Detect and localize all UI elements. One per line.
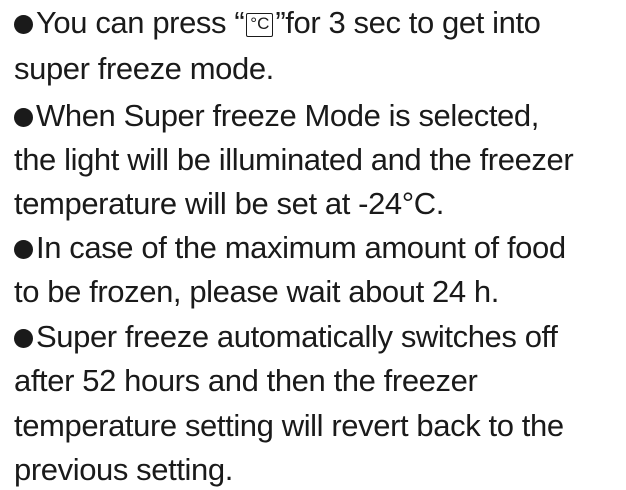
instruction-text-page: You can press “°C ”for 3 sec to get into …: [0, 0, 626, 487]
bullet-4-line-4: previous setting.: [14, 452, 233, 487]
bullet-4-text: Super freeze automatically switches off: [36, 319, 558, 354]
celsius-key-icon: °C: [246, 13, 274, 37]
bullet-2-line-1: When Super freeze Mode is selected,: [14, 96, 539, 136]
bullet-dot-icon: [14, 240, 33, 259]
bullet-dot-icon: [14, 108, 33, 127]
bullet-2-line-3: temperature will be set at -24°C.: [14, 186, 444, 221]
bullet-dot-icon: [14, 329, 33, 348]
bullet-1-line-2: super freeze mode.: [14, 51, 274, 86]
bullet-1-text-before-key: You can press “: [36, 5, 245, 40]
bullet-4-line-2: after 52 hours and then the freezer: [14, 363, 478, 398]
bullet-3-line-1: In case of the maximum amount of food: [14, 228, 566, 268]
bullet-2-text: When Super freeze Mode is selected,: [36, 98, 539, 133]
bullet-1-line-1: You can press “°C ”for 3 sec to get into: [14, 3, 541, 43]
bullet-4-line-3: temperature setting will revert back to …: [14, 408, 564, 443]
bullet-dot-icon: [14, 15, 33, 34]
bullet-4-line-1: Super freeze automatically switches off: [14, 317, 558, 357]
bullet-1-text-after-key: ”for 3 sec to get into: [275, 5, 541, 40]
bullet-2-line-2: the light will be illuminated and the fr…: [14, 142, 574, 177]
bullet-3-text: In case of the maximum amount of food: [36, 230, 566, 265]
bullet-3-line-2: to be frozen, please wait about 24 h.: [14, 274, 499, 309]
